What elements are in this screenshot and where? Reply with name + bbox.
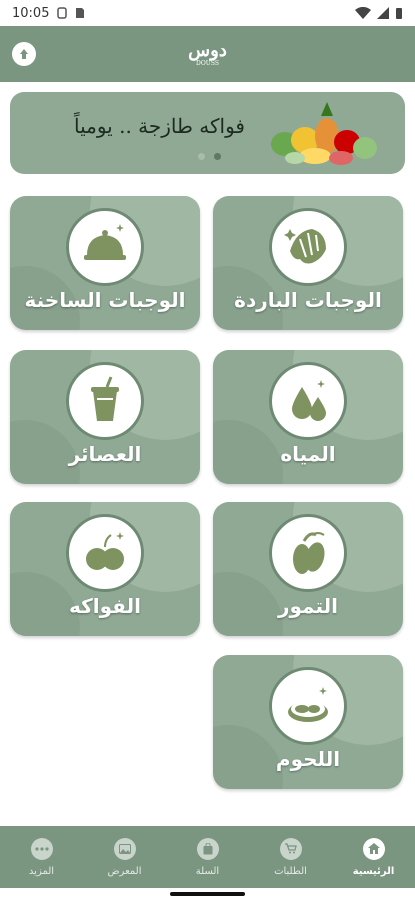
home-icon — [362, 837, 385, 860]
fruit-icon — [66, 514, 144, 592]
app-logo: دوس DOUSS — [188, 39, 227, 67]
carousel-dot-active[interactable] — [214, 153, 221, 160]
category-card-cold-meals[interactable]: الوجبات الباردة — [213, 196, 403, 330]
app-header: دوس DOUSS — [0, 26, 415, 82]
nav-label: المعرض — [107, 865, 142, 877]
notification-icon — [57, 7, 68, 19]
gallery-icon — [113, 837, 136, 860]
nav-item-home[interactable]: الرئيسية — [334, 837, 414, 877]
meat-icon — [269, 667, 347, 745]
more-icon — [30, 837, 53, 860]
banner-text: فواكه طازجة .. يومياً — [74, 114, 245, 138]
nav-label: الطلبات — [274, 865, 307, 877]
category-label: المياه — [280, 442, 336, 466]
sim-icon — [76, 8, 85, 18]
category-card-water[interactable]: المياه — [213, 350, 403, 484]
nav-item-more[interactable]: المزيد — [2, 837, 82, 877]
nav-item-bag[interactable]: السلة — [168, 837, 248, 877]
category-card-meat[interactable]: اللحوم — [213, 655, 403, 789]
category-card-fruits[interactable]: الفواكه — [10, 502, 200, 636]
cloche-icon — [66, 208, 144, 286]
fruit-basket-icon — [271, 102, 377, 165]
promo-banner[interactable]: فواكه طازجة .. يومياً — [10, 92, 405, 174]
status-bar: 10:05 — [0, 0, 415, 26]
category-label: الوجبات الباردة — [234, 288, 382, 312]
home-gesture-handle[interactable] — [170, 892, 245, 896]
dates-icon — [269, 514, 347, 592]
croissant-icon — [269, 208, 347, 286]
wifi-icon — [355, 7, 371, 19]
category-card-hot-meals[interactable]: الوجبات الساخنة — [10, 196, 200, 330]
battery-icon — [396, 7, 402, 19]
category-label: التمور — [278, 594, 338, 618]
signal-icon — [377, 7, 389, 19]
category-label: الوجبات الساخنة — [24, 288, 186, 312]
gesture-bar — [0, 888, 415, 900]
juice-cup-icon — [66, 362, 144, 440]
category-label: العصائر — [68, 442, 142, 466]
nav-item-orders[interactable]: الطلبات — [251, 837, 331, 877]
category-label: الفواكه — [69, 594, 141, 618]
category-label: اللحوم — [275, 747, 341, 771]
logo-sub-text: DOUSS — [196, 59, 219, 67]
shop-icon — [20, 49, 28, 59]
logo-main-text: دوس — [188, 39, 227, 61]
category-card-juices[interactable]: العصائر — [10, 350, 200, 484]
water-drops-icon — [269, 362, 347, 440]
nav-label: الرئيسية — [352, 865, 395, 877]
category-card-dates[interactable]: التمور — [213, 502, 403, 636]
nav-label: المزيد — [28, 865, 55, 877]
bottom-nav: المزيد المعرض السلة الطلبات الرئيسية — [0, 826, 415, 888]
nav-label: السلة — [195, 865, 220, 877]
bag-icon — [196, 837, 219, 860]
cart-icon — [279, 837, 302, 860]
nav-item-gallery[interactable]: المعرض — [85, 837, 165, 877]
status-time: 10:05 — [12, 5, 50, 21]
carousel-dot[interactable] — [198, 153, 205, 160]
menu-button[interactable] — [12, 42, 36, 66]
